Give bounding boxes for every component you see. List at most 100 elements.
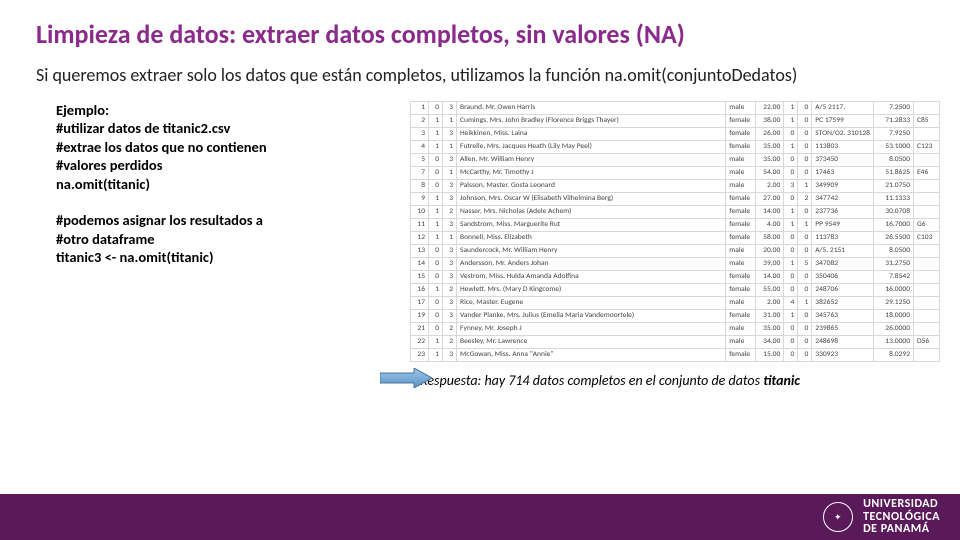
table-cell: 3: [443, 348, 457, 361]
table-row: 1211Bonnell, Miss. Elizabethfemale58.000…: [411, 231, 940, 244]
table-cell: Nasser, Mrs. Nicholas (Adele Achem): [457, 205, 726, 218]
table-cell: male: [726, 179, 756, 192]
table-cell: 0: [429, 153, 443, 166]
table-cell: 26.5500: [874, 231, 914, 244]
table-cell: Vander Planke, Mrs. Julius (Emelia Maria…: [457, 309, 726, 322]
table-cell: 1: [798, 296, 812, 309]
example-line-2: #extrae los datos que no contienen: [56, 138, 267, 156]
table-cell: A/5 2117.: [812, 101, 874, 114]
table-cell: male: [726, 335, 756, 348]
table-cell: C85: [914, 114, 940, 127]
table-cell: PP 9549: [812, 218, 874, 231]
table-cell: 3: [443, 179, 457, 192]
table-cell: 113783: [812, 231, 874, 244]
table-cell: 4.00: [756, 218, 784, 231]
table-cell: 2: [443, 205, 457, 218]
table-cell: 7.9250: [874, 127, 914, 140]
table-cell: female: [726, 218, 756, 231]
table-cell: 3: [443, 296, 457, 309]
table-row: 1503Vestrom, Miss. Hulda Amanda Adolfina…: [411, 270, 940, 283]
table-cell: 0: [798, 322, 812, 335]
table-cell: 29.1250: [874, 296, 914, 309]
table-row: 803Palsson, Master. Gosta Leonardmale2.0…: [411, 179, 940, 192]
table-cell: 0: [429, 296, 443, 309]
table-cell: 1: [429, 114, 443, 127]
table-cell: 26.00: [756, 127, 784, 140]
table-cell: 1: [443, 114, 457, 127]
table-cell: 14.00: [756, 270, 784, 283]
table-cell: E46: [914, 166, 940, 179]
table-cell: 71.2833: [874, 114, 914, 127]
table-cell: male: [726, 257, 756, 270]
table-cell: 2: [443, 322, 457, 335]
table-cell: 0: [798, 101, 812, 114]
table-cell: 18.0000: [874, 309, 914, 322]
table-cell: 3: [443, 244, 457, 257]
table-cell: 55.00: [756, 283, 784, 296]
table-cell: 350406: [812, 270, 874, 283]
table-cell: Vestrom, Miss. Hulda Amanda Adolfina: [457, 270, 726, 283]
table-cell: Braund, Mr. Owen Harris: [457, 101, 726, 114]
table-cell: Andersson, Mr. Anders Johan: [457, 257, 726, 270]
table-cell: C123: [914, 140, 940, 153]
table-cell: 0: [429, 322, 443, 335]
table-cell: 0: [784, 270, 798, 283]
table-cell: male: [726, 244, 756, 257]
table-cell: 0: [798, 335, 812, 348]
table-cell: 0: [784, 231, 798, 244]
table-cell: 0: [798, 153, 812, 166]
table-cell: 0: [429, 166, 443, 179]
table-cell: 2.00: [756, 296, 784, 309]
table-cell: 20.00: [756, 244, 784, 257]
table-cell: 1: [443, 140, 457, 153]
table-cell: 15.00: [756, 348, 784, 361]
table-cell: 3: [443, 127, 457, 140]
example-line-6: #otro dataframe: [56, 230, 155, 248]
table-cell: Bonnell, Miss. Elizabeth: [457, 231, 726, 244]
table-cell: male: [726, 322, 756, 335]
table-cell: Futrelle, Mrs. Jacques Heath (Lily May P…: [457, 140, 726, 153]
example-line-5: #podemos asignar los resultados a: [56, 211, 263, 229]
table-cell: Palsson, Master. Gosta Leonard: [457, 179, 726, 192]
table-cell: 11.1333: [874, 192, 914, 205]
table-cell: [914, 192, 940, 205]
table-cell: 22.00: [756, 101, 784, 114]
table-cell: female: [726, 205, 756, 218]
table-cell: 17: [411, 296, 429, 309]
table-cell: 8: [411, 179, 429, 192]
table-cell: female: [726, 140, 756, 153]
table-cell: Sandstrom, Miss. Marguerite Rut: [457, 218, 726, 231]
table-cell: [914, 283, 940, 296]
example-line-7: titanic3 <- na.omit(titanic): [56, 248, 213, 266]
table-cell: McGowan, Miss. Anna "Annie": [457, 348, 726, 361]
table-cell: 1: [443, 231, 457, 244]
table-cell: A/5. 2151: [812, 244, 874, 257]
table-cell: Heikkinen, Miss. Laina: [457, 127, 726, 140]
table-cell: 14.00: [756, 205, 784, 218]
table-cell: 8.0500: [874, 153, 914, 166]
table-cell: 35.00: [756, 153, 784, 166]
table-cell: female: [726, 192, 756, 205]
table-cell: 1: [784, 205, 798, 218]
table-cell: 13.0000: [874, 335, 914, 348]
table-cell: 17463: [812, 166, 874, 179]
table-cell: 0: [798, 270, 812, 283]
table-cell: 3: [443, 218, 457, 231]
table-cell: 8.0292: [874, 348, 914, 361]
table-cell: 0: [798, 309, 812, 322]
table-row: 2313McGowan, Miss. Anna "Annie"female15.…: [411, 348, 940, 361]
table-cell: male: [726, 166, 756, 179]
table-cell: 1: [429, 283, 443, 296]
table-cell: 27.00: [756, 192, 784, 205]
table-cell: 3: [443, 309, 457, 322]
table-cell: [914, 153, 940, 166]
table-row: 103Braund, Mr. Owen Harrismale22.0010A/5…: [411, 101, 940, 114]
table-cell: [914, 179, 940, 192]
table-cell: 113803: [812, 140, 874, 153]
content-row: Ejemplo: #utilizar datos de titanic2.csv…: [0, 87, 960, 362]
table-cell: 1: [784, 140, 798, 153]
table-cell: 0: [784, 283, 798, 296]
table-cell: 2: [443, 335, 457, 348]
table-cell: 237736: [812, 205, 874, 218]
table-cell: 5: [411, 153, 429, 166]
